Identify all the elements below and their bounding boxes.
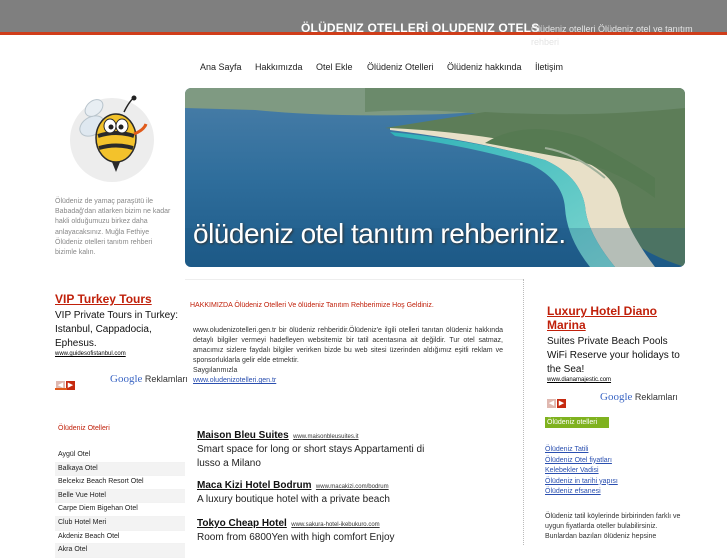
sidebar-item[interactable]: Belcekız Beach Resort Otel (55, 476, 185, 490)
right-ad-url[interactable]: www.dianamajestic.com (547, 377, 682, 383)
main-heading: HAKKIMIZDA Ölüdeniz Otelleri Ve ölüdeniz… (190, 302, 434, 309)
chevron-left-icon[interactable]: ◀ (547, 399, 556, 408)
right-link[interactable]: Kelebekler Vadisi (545, 466, 618, 477)
left-ad-unit[interactable]: VIP Turkey Tours VIP Private Tours in Tu… (55, 292, 180, 362)
hotel-ad-title[interactable]: Tokyo Cheap Hotel (197, 518, 287, 529)
sidebar-item[interactable]: Aygül Otel (55, 449, 185, 463)
ads-label: Reklamları (144, 374, 188, 384)
bee-mascot-icon (64, 86, 160, 186)
hotel-ad-desc: A luxury boutique hotel with a private b… (197, 494, 390, 505)
hotel-ad-url[interactable]: www.maisonbleusuites.it (293, 434, 358, 440)
main-paragraph: www.oludenizotelleri.gen.tr bir ölüdeniz… (193, 327, 503, 364)
right-ad-title[interactable]: Luxury Hotel Diano Marina (547, 304, 682, 332)
left-ad-url[interactable]: www.guidesofistanbul.com (55, 351, 180, 357)
nav-item-about[interactable]: Hakkımızda (255, 62, 303, 72)
left-ad-body: VIP Private Tours in Turkey: Istanbul, C… (55, 310, 179, 349)
divider (55, 388, 67, 390)
hero-caption: ölüdeniz otel tanıtım rehberiniz. (193, 218, 566, 249)
sidebar-hotel-list: Aygül Otel Balkaya Otel Belcekız Beach R… (55, 449, 185, 558)
sidebar-heading: Ölüdeniz Otelleri (58, 425, 110, 432)
main-paragraph-block: www.oludenizotelleri.gen.tr bir ölüdeniz… (193, 326, 503, 386)
right-sidebar-text: Ölüdeniz tatil köylerinde birbirinden fa… (545, 513, 681, 540)
sidebar-item[interactable]: Akdeniz Beach Otel (55, 531, 185, 545)
intro-text: Ölüdeniz de yamaç paraşütü ile Babadağ'd… (55, 198, 171, 257)
sidebar-item[interactable]: Club Hotel Meri (55, 516, 185, 531)
nav-item-home[interactable]: Ana Sayfa (200, 62, 242, 72)
site-description: Ölüdeniz otelleri Ölüdeniz otel ve tanıt… (531, 24, 693, 47)
nav-item-add-hotel[interactable]: Otel Ekle (316, 62, 353, 72)
column-separator (523, 279, 524, 545)
sidebar-item[interactable]: Belle Vue Hotel (55, 489, 185, 504)
right-link[interactable]: Ölüdeniz Otel fiyatları (545, 456, 618, 467)
hotel-ad-title[interactable]: Maison Bleu Suites (197, 430, 289, 441)
ads-label: Reklamları (634, 392, 678, 402)
left-ad-title[interactable]: VIP Turkey Tours (55, 292, 180, 306)
hotel-ad-desc: Smart space for long or short stays Appa… (197, 444, 425, 469)
right-ad-brand[interactable]: Google Reklamları (600, 391, 678, 403)
right-sidebar-label: Ölüdeniz otelleri (545, 417, 609, 428)
sidebar-item[interactable]: Carpe Diem Bigehan Otel (55, 503, 185, 517)
sidebar-item[interactable]: Akra Otel (55, 544, 185, 558)
right-link[interactable]: Ölüdeniz efsanesi (545, 487, 618, 498)
site-title[interactable]: ÖLÜDENIZ OTELLERİ OLUDENIZ OTELS (301, 21, 539, 35)
nav-item-contact[interactable]: İletişim (535, 62, 563, 72)
google-logo: Google (600, 391, 633, 403)
right-link[interactable]: Ölüdeniz in tarihi yapısı (545, 477, 618, 488)
nav-item-hotels[interactable]: Ölüdeniz Otelleri (367, 62, 434, 72)
hotel-ad-title[interactable]: Maca Kizi Hotel Bodrum (197, 480, 311, 491)
hotel-ad[interactable]: Tokyo Cheap Hotel www.sakura-hotel-ikebu… (197, 513, 497, 545)
nav-item-oludeniz-about[interactable]: Ölüdeniz hakkında (447, 62, 522, 72)
right-ad-body: Suites Private Beach Pools WiFi Reserve … (547, 336, 680, 375)
right-ad-unit[interactable]: Luxury Hotel Diano Marina Suites Private… (547, 304, 682, 384)
hotel-ad[interactable]: Maison Bleu Suites www.maisonbleusuites.… (197, 425, 497, 471)
google-logo: Google (110, 373, 143, 385)
site-link[interactable]: www.oludenizotelleri.gen.tr (193, 377, 276, 384)
hotel-ad-url[interactable]: www.sakura-hotel-ikebukuro.com (291, 522, 379, 528)
sidebar-item[interactable]: Balkaya Otel (55, 462, 185, 477)
hotel-ad-desc: Room from 6800Yen with high comfort Enjo… (197, 532, 395, 543)
hotel-ad[interactable]: Maca Kizi Hotel Bodrum www.macakizi.com/… (197, 475, 497, 507)
chevron-right-icon[interactable]: ▶ (66, 381, 75, 390)
right-sidebar-links: Ölüdeniz Tatili Ölüdeniz Otel fiyatları … (545, 445, 618, 498)
right-ad-nav: ◀ ▶ (547, 392, 567, 410)
greeting-text: Saygılarımızla (193, 367, 238, 374)
chevron-right-icon[interactable]: ▶ (557, 399, 566, 408)
left-ad-brand[interactable]: Google Reklamları (110, 373, 188, 385)
right-link[interactable]: Ölüdeniz Tatili (545, 445, 618, 456)
hotel-ad-url[interactable]: www.macakizi.com/bodrum (316, 484, 389, 490)
